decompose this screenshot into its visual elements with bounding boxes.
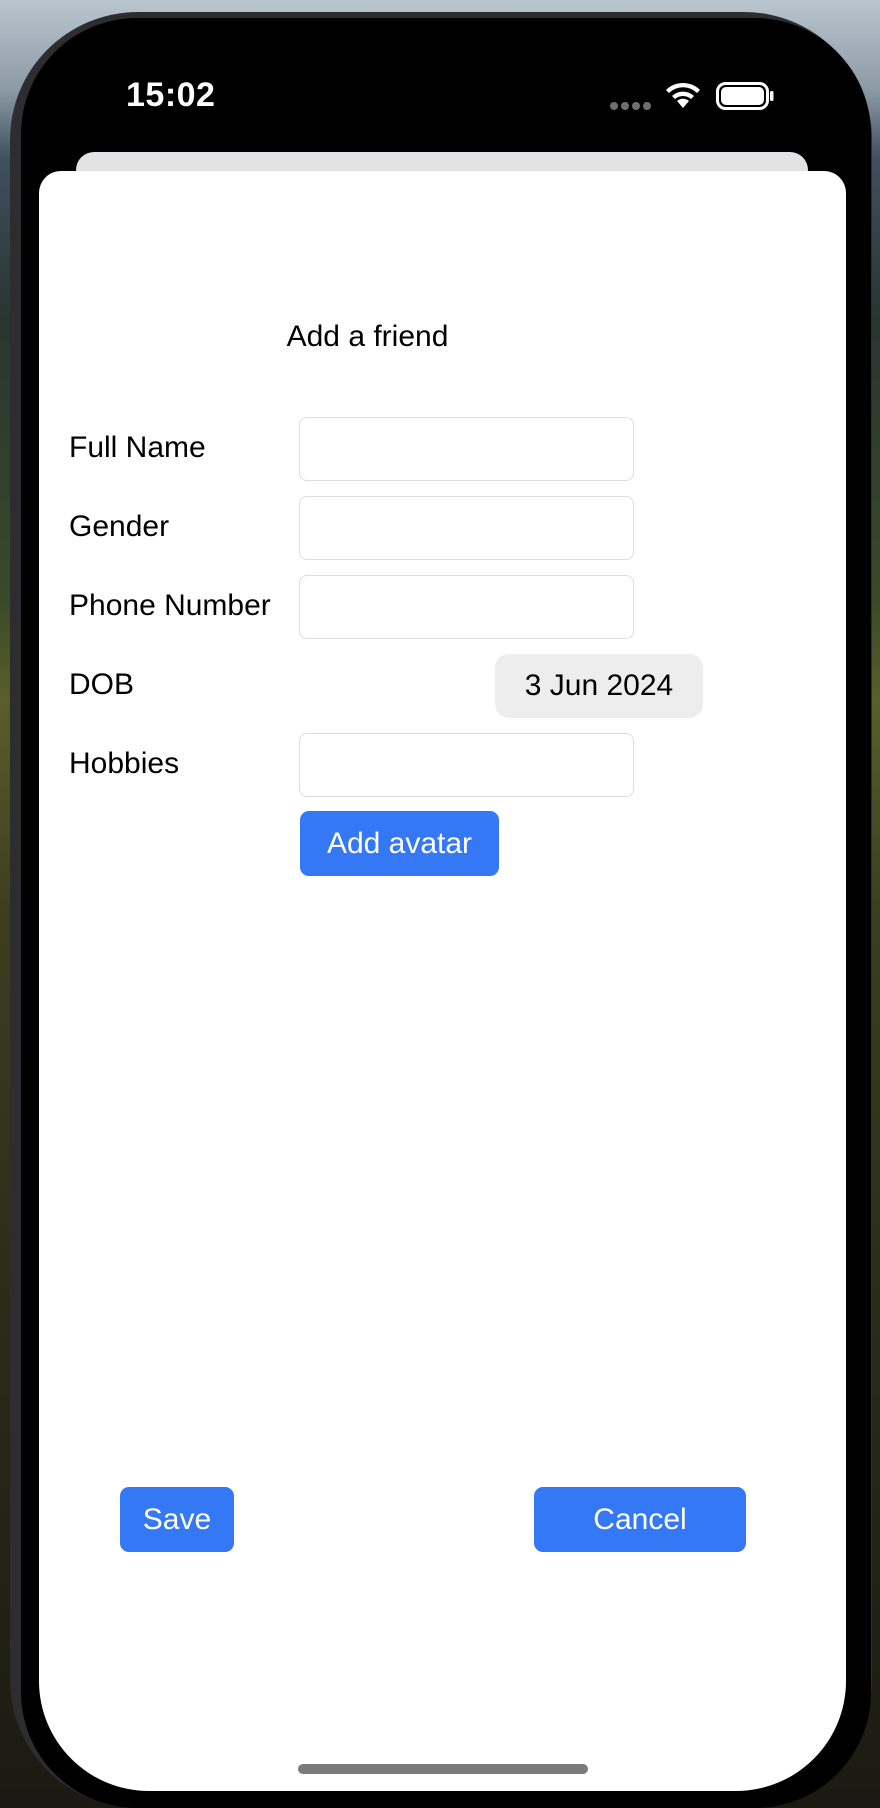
cellular-signal-icon [610,102,652,110]
dob-date-picker[interactable]: 3 Jun 2024 [495,654,703,718]
save-button[interactable]: Save [120,1487,234,1552]
page-title: Add a friend [286,320,449,353]
home-indicator [298,1764,588,1774]
hobbies-input[interactable] [299,733,634,797]
hobbies-label: Hobbies [69,747,180,780]
full-name-label: Full Name [69,431,206,464]
cancel-button[interactable]: Cancel [534,1487,746,1552]
add-avatar-button[interactable]: Add avatar [300,811,499,876]
battery-icon [716,82,774,110]
wifi-icon [666,82,700,108]
full-name-input[interactable] [299,417,634,481]
phone-number-label: Phone Number [69,589,271,622]
gender-label: Gender [69,510,170,543]
dob-label: DOB [69,668,135,701]
status-time: 15:02 [126,76,216,114]
gender-input[interactable] [299,496,634,560]
phone-number-input[interactable] [299,575,634,639]
